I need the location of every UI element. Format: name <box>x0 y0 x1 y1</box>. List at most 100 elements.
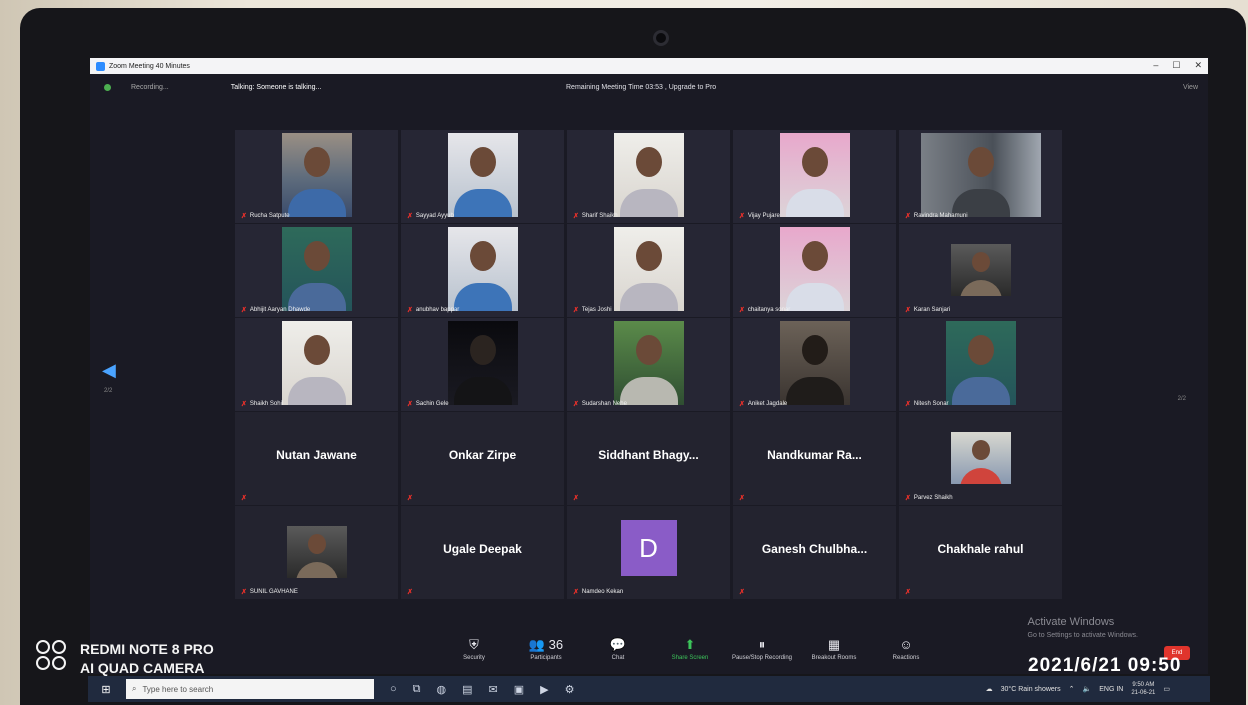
participant-tile[interactable]: ✗ Tejas Joshi <box>567 224 730 317</box>
participant-video <box>447 133 518 217</box>
clock[interactable]: 9:50 AM 21-06-21 <box>1131 681 1155 697</box>
participant-tile[interactable]: ✗ SUNIL GAVHANE <box>235 506 398 599</box>
share-screen-button[interactable]: ⬆ Share Screen <box>654 626 726 672</box>
clock-date: 21-06-21 <box>1131 690 1156 696</box>
participant-name: Ravindra Mahamuni <box>913 213 968 219</box>
participant-name: SUNIL GAVHANE <box>249 589 298 595</box>
participant-tile[interactable]: Ganesh Chulbha... ✗ <box>733 506 896 599</box>
mail-icon[interactable]: ✉ <box>489 683 498 696</box>
search-icon: ⌕ <box>132 684 137 693</box>
participants-button[interactable]: 👥 36 Participants <box>510 626 582 672</box>
participant-video <box>447 227 518 311</box>
file-explorer-icon[interactable]: ▤ <box>462 683 472 696</box>
participant-tile[interactable]: ✗ Rucha Satpute <box>235 130 398 223</box>
participant-tile[interactable]: ✗ Vijay Pujare <box>733 130 896 223</box>
chat-button[interactable]: 💬 Chat <box>582 626 654 672</box>
participant-tile[interactable]: ✗ Sachin Gele <box>401 318 564 411</box>
participant-name: Tejas Joshi <box>581 307 612 313</box>
tray-overflow-icon[interactable]: ⌃ <box>1069 685 1075 693</box>
participant-tile[interactable]: ✗ Ravindra Mahamuni <box>899 130 1062 223</box>
participant-tile[interactable]: Chakhale rahul ✗ <box>899 506 1062 599</box>
participant-tile[interactable]: ✗ anubhav bappar <box>401 224 564 317</box>
window-controls: – ☐ ✕ <box>1153 60 1202 71</box>
cortana-icon[interactable]: ○ <box>390 683 397 696</box>
participant-name-label: ✗ Shaikh Sohil <box>241 400 283 408</box>
participant-tile[interactable]: ✗ Abhijit Aaryan Dhawde <box>235 224 398 317</box>
pause-stop-recording-button[interactable]: ⏸ Pause/Stop Recording <box>726 626 798 672</box>
participant-name-label: ✗ anubhav bappar <box>407 306 459 314</box>
participant-video <box>779 227 850 311</box>
participant-video <box>613 133 684 217</box>
muted-mic-icon: ✗ <box>905 307 911 314</box>
participant-name-label: ✗ SUNIL GAVHANE <box>241 588 298 596</box>
remaining-time[interactable]: Remaining Meeting Time 03:53 , Upgrade t… <box>566 84 716 91</box>
start-icon[interactable]: ⊞ <box>94 683 118 696</box>
device-name: REDMI NOTE 8 PRO <box>80 641 214 657</box>
maximize-icon[interactable]: ☐ <box>1172 60 1180 71</box>
minimize-icon[interactable]: – <box>1153 60 1158 71</box>
muted-mic-icon: ✗ <box>905 401 911 408</box>
participant-tile[interactable]: ✗ Parvez Shaikh <box>899 412 1062 505</box>
participant-name: Nutan Jawane <box>276 448 357 462</box>
muted-mic-icon: ✗ <box>407 589 413 596</box>
meeting-info-icon[interactable] <box>104 83 111 91</box>
participant-name-label: ✗ Tejas Joshi <box>573 306 612 314</box>
participant-name-label: ✗ Abhijit Aaryan Dhawde <box>241 306 310 314</box>
participant-video <box>950 432 1011 484</box>
task-view-icon[interactable]: ⧉ <box>413 683 421 696</box>
notification-icon[interactable]: ▭ <box>1163 685 1170 693</box>
participant-tile[interactable]: Nutan Jawane ✗ <box>235 412 398 505</box>
taskbar-search-input[interactable]: ⌕ Type here to search <box>126 679 374 699</box>
security-button[interactable]: ⛨ Security <box>438 626 510 672</box>
participant-tile[interactable]: ✗ Karan Sanjari <box>899 224 1062 317</box>
participant-name-label: ✗ chaitanya sonar <box>739 306 790 314</box>
close-icon[interactable]: ✕ <box>1194 60 1202 71</box>
participant-tile[interactable]: Siddhant Bhagy... ✗ <box>567 412 730 505</box>
muted-mic-icon: ✗ <box>241 307 247 314</box>
reactions-button[interactable]: ☺ Reactions <box>870 626 942 672</box>
muted-mic-icon: ✗ <box>905 213 911 220</box>
participant-tile[interactable]: Ugale Deepak ✗ <box>401 506 564 599</box>
participant-tile[interactable]: ✗ Nitesh Sonar <box>899 318 1062 411</box>
participant-tile[interactable]: ✗ chaitanya sonar <box>733 224 896 317</box>
taskbar-apps: ○ ⧉ ◍ ▤ ✉ ▣ ▶ ⚙ <box>390 683 575 696</box>
muted-mic-icon: ✗ <box>905 495 911 502</box>
participant-tile[interactable]: ✗ Aniket Jagdale <box>733 318 896 411</box>
toolbar-label: Reactions <box>892 655 920 661</box>
participant-tile[interactable]: Nandkumar Ra... ✗ <box>733 412 896 505</box>
participant-name: Sudarshan Nehe <box>581 401 627 407</box>
participant-name: Sayyad Ayyub <box>415 213 454 219</box>
participant-name: Ganesh Chulbha... <box>761 542 868 556</box>
participant-avatar: D <box>620 520 677 576</box>
participant-tile[interactable]: ✗ Sharif Shaikh <box>567 130 730 223</box>
participant-tile[interactable]: D ✗ Namdeo Kekan <box>567 506 730 599</box>
language-indicator[interactable]: ENG IN <box>1099 686 1123 693</box>
volume-icon[interactable]: 🔈 <box>1083 685 1092 693</box>
edge-icon[interactable]: ◍ <box>437 683 447 696</box>
participant-video <box>447 321 518 405</box>
participant-tile[interactable]: Onkar Zirpe ✗ <box>401 412 564 505</box>
weather-icon[interactable]: ☁ <box>986 685 993 693</box>
participant-video <box>281 133 352 217</box>
previous-page-arrow-icon[interactable]: ◀ <box>102 360 116 381</box>
toolbar-label: Breakout Rooms <box>811 655 857 661</box>
chat-icon: 💬 <box>609 637 627 652</box>
participant-name: Aniket Jagdale <box>747 401 788 407</box>
participant-video <box>281 321 352 405</box>
muted-mic-icon: ✗ <box>241 213 247 220</box>
zoom-taskbar-icon[interactable]: ▶ <box>540 683 548 696</box>
muted-mic-icon: ✗ <box>739 495 745 502</box>
breakout-rooms-button[interactable]: ▦ Breakout Rooms <box>798 626 870 672</box>
weather-text[interactable]: 30°C Rain showers <box>1001 686 1061 693</box>
participant-tile[interactable]: ✗ Sayyad Ayyub <box>401 130 564 223</box>
muted-mic-icon: ✗ <box>739 307 745 314</box>
participant-tile[interactable]: ✗ Shaikh Sohil <box>235 318 398 411</box>
muted-mic-icon: ✗ <box>241 495 247 502</box>
participant-name: Nandkumar Ra... <box>767 448 862 462</box>
participant-tile[interactable]: ✗ Sudarshan Nehe <box>567 318 730 411</box>
muted-mic-icon: ✗ <box>905 589 911 596</box>
participant-name: Shaikh Sohil <box>249 401 284 407</box>
store-icon[interactable]: ▣ <box>514 683 524 696</box>
settings-icon[interactable]: ⚙ <box>565 683 575 696</box>
view-button[interactable]: View <box>1183 84 1198 91</box>
